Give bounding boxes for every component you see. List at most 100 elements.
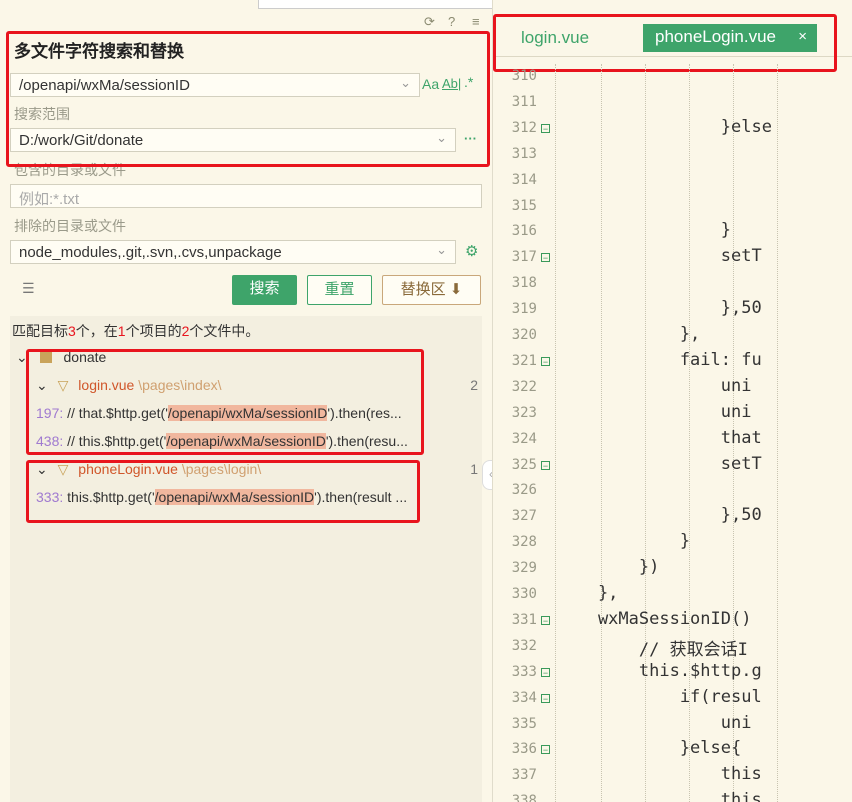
- code-line[interactable]: 319 },50: [493, 297, 852, 323]
- line-number: 324: [511, 430, 537, 447]
- line-number: 313: [511, 145, 537, 162]
- code-line[interactable]: 315: [493, 194, 852, 220]
- code-text: // 获取会话I: [557, 639, 748, 660]
- line-number: 319: [511, 301, 537, 318]
- line-number: 316: [511, 223, 537, 240]
- line-number: 320: [511, 327, 537, 343]
- code-line[interactable]: 330 },: [493, 582, 852, 608]
- code-text: this: [557, 764, 762, 785]
- line-number: 310: [511, 68, 537, 84]
- code-line[interactable]: 312− }else: [493, 116, 852, 142]
- code-line[interactable]: 334− if(resul: [493, 686, 852, 712]
- search-button[interactable]: 搜索: [232, 275, 297, 305]
- line-number: 327: [511, 508, 537, 525]
- line-number: 321: [511, 352, 537, 369]
- code-line[interactable]: 310: [493, 64, 852, 90]
- line-number: 325: [511, 456, 537, 473]
- line-number: 314: [511, 171, 537, 188]
- code-line[interactable]: 327 },50: [493, 504, 852, 530]
- code-area[interactable]: 310 311 312− }else 313 314 315 316 } 317− setT 3…: [493, 64, 852, 802]
- code-line[interactable]: 335 uni: [493, 712, 852, 738]
- fold-icon[interactable]: −: [541, 693, 550, 703]
- search-panel: ⟳ ? ≡ 多文件字符搜索和替换 /openapi/wxMa/sessionID…: [0, 0, 600, 802]
- line-number: 332: [511, 637, 537, 654]
- code-line[interactable]: 338 this: [493, 789, 852, 802]
- line-number: 311: [511, 93, 537, 110]
- code-text: fail: fu: [557, 349, 762, 370]
- annotation-box: [26, 460, 420, 523]
- line-number: 322: [511, 378, 537, 395]
- match-count: 1: [470, 461, 478, 477]
- code-line[interactable]: 336− }else{: [493, 737, 852, 763]
- fold-icon[interactable]: −: [541, 460, 550, 470]
- replace-area-button[interactable]: 替换区 ⬇: [382, 275, 481, 305]
- clipboard-icon[interactable]: ☰: [22, 280, 35, 297]
- code-line[interactable]: 313: [493, 142, 852, 168]
- code-line[interactable]: 318: [493, 271, 852, 297]
- fold-icon[interactable]: −: [541, 745, 550, 755]
- code-text: uni: [557, 712, 752, 733]
- code-text: }else: [557, 116, 772, 137]
- line-number: 318: [511, 275, 537, 292]
- include-input[interactable]: 例如:*.txt: [10, 184, 482, 208]
- line-number: 330: [511, 586, 537, 602]
- exclude-input[interactable]: node_modules,.git,.svn,.cvs,unpackage ⌄: [10, 240, 456, 264]
- line-number: 338: [511, 793, 537, 802]
- code-text: },: [557, 324, 701, 344]
- code-line[interactable]: 326: [493, 478, 852, 504]
- code-line[interactable]: 337 this: [493, 763, 852, 789]
- code-line[interactable]: 329 }): [493, 556, 852, 582]
- fold-icon[interactable]: −: [541, 356, 550, 366]
- help-icon[interactable]: ?: [448, 14, 455, 29]
- code-text: },50: [557, 298, 762, 319]
- code-text: }else{: [557, 738, 742, 759]
- code-text: }: [557, 531, 691, 552]
- code-line[interactable]: 325− setT: [493, 453, 852, 479]
- refresh-icon[interactable]: ⟳: [424, 14, 435, 30]
- code-line[interactable]: 321− fail: fu: [493, 349, 852, 375]
- code-text: }: [557, 220, 731, 241]
- fold-icon[interactable]: −: [541, 123, 550, 133]
- line-number: 317: [511, 249, 537, 266]
- fold-icon[interactable]: −: [541, 667, 550, 677]
- editor-panel: login.vue phoneLogin.vue × 310 311 312− }e…: [492, 0, 852, 802]
- exclude-label: 排除的目录或文件: [14, 218, 126, 234]
- line-number: 326: [511, 482, 537, 499]
- chevron-down-icon[interactable]: ⌄: [436, 242, 447, 258]
- code-line[interactable]: 317− setT: [493, 245, 852, 271]
- gear-icon[interactable]: ⚙: [465, 242, 478, 260]
- code-text: },: [557, 583, 619, 603]
- code-line[interactable]: 324 that: [493, 427, 852, 453]
- line-number: 329: [511, 560, 537, 577]
- fold-icon[interactable]: −: [541, 253, 550, 263]
- fold-icon[interactable]: −: [541, 615, 550, 625]
- code-text: this.$http.g: [557, 660, 762, 681]
- code-text: uni: [557, 375, 752, 396]
- line-number: 334: [511, 689, 537, 706]
- match-summary: 匹配目标3个，在1个项目的2个文件中。: [12, 323, 260, 339]
- code-line[interactable]: 316 }: [493, 219, 852, 245]
- match-count: 2: [470, 377, 478, 393]
- annotation-box: [26, 349, 424, 455]
- code-line[interactable]: 322 uni: [493, 375, 852, 401]
- code-line[interactable]: 320 },: [493, 323, 852, 349]
- code-text: wxMaSessionID(): [557, 608, 752, 629]
- code-text: setT: [557, 246, 762, 267]
- code-line[interactable]: 328 }: [493, 530, 852, 556]
- code-line[interactable]: 331− wxMaSessionID(): [493, 608, 852, 634]
- code-line[interactable]: 323 uni: [493, 401, 852, 427]
- line-number: 315: [511, 197, 537, 214]
- code-text: if(resul: [557, 686, 762, 707]
- code-text: uni: [557, 401, 752, 422]
- code-text: that: [557, 427, 762, 448]
- code-line[interactable]: 311: [493, 90, 852, 116]
- code-line[interactable]: 314: [493, 168, 852, 194]
- code-line[interactable]: 332 // 获取会话I: [493, 634, 852, 660]
- menu-icon[interactable]: ≡: [472, 14, 480, 29]
- reset-button[interactable]: 重置: [307, 275, 372, 305]
- annotation-box: [6, 31, 490, 167]
- code-text: },50: [557, 505, 762, 526]
- line-number: 333: [511, 663, 537, 680]
- line-number: 331: [511, 611, 537, 628]
- code-line[interactable]: 333− this.$http.g: [493, 660, 852, 686]
